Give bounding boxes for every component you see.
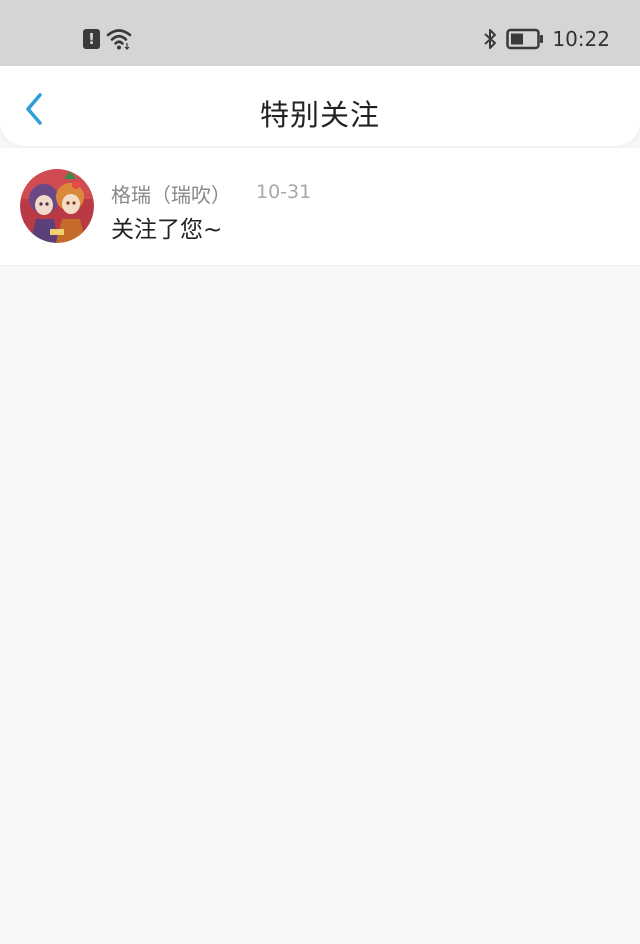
status-right: 10:22 <box>482 24 610 54</box>
status-bar: ! 10:22 <box>0 0 640 66</box>
battery-icon <box>506 28 544 50</box>
sender-name[interactable]: 格瑞（瑞吹） <box>111 179 231 208</box>
alert-icon: ! <box>83 29 100 49</box>
wifi-icon <box>106 29 132 50</box>
list-item[interactable]: 格瑞（瑞吹） 10-31 关注了您~ <box>0 148 640 266</box>
notification-list: 格瑞（瑞吹） 10-31 关注了您~ <box>0 148 640 266</box>
status-left: ! <box>83 24 132 54</box>
avatar-image <box>20 169 94 243</box>
avatar[interactable] <box>20 169 94 243</box>
bluetooth-icon <box>484 29 497 49</box>
screen: ! 10:22 特别关注 格瑞（瑞吹） 10-31 关注了您~ <box>0 0 640 944</box>
notification-date: 10-31 <box>256 181 312 203</box>
header: 特别关注 <box>0 66 640 146</box>
clock: 10:22 <box>552 27 610 51</box>
page-title: 特别关注 <box>259 98 380 132</box>
notification-message: 关注了您~ <box>111 217 223 243</box>
